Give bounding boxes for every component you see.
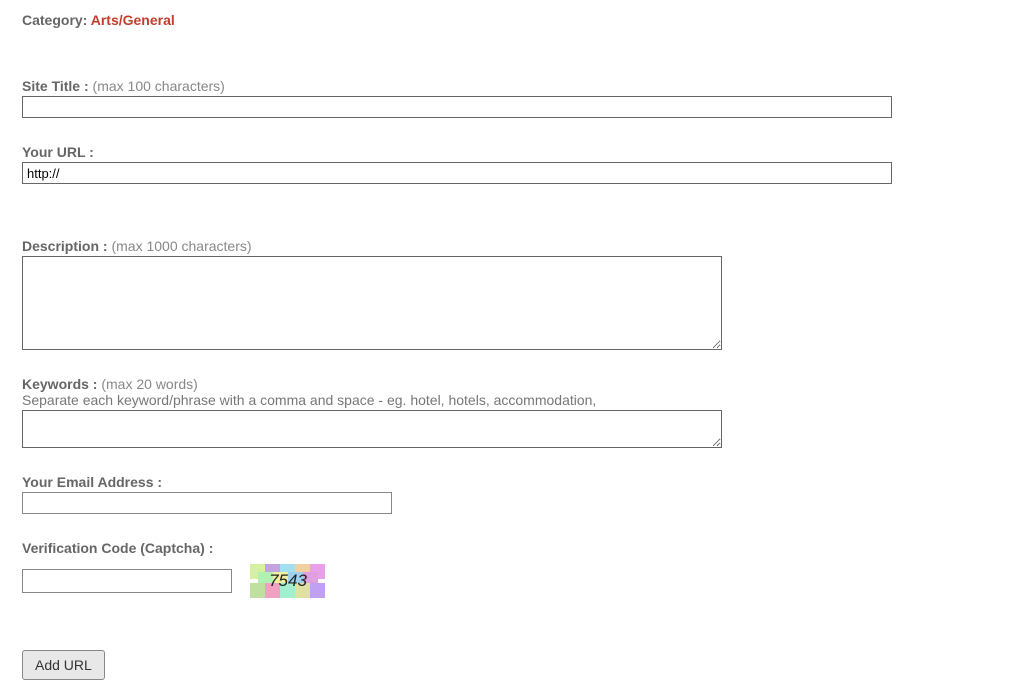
url-label: Your URL : xyxy=(22,144,94,160)
captcha-image: 7543 xyxy=(250,564,326,598)
site-title-input[interactable] xyxy=(22,96,892,118)
captcha-group: Verification Code (Captcha) : 7543 xyxy=(22,540,1002,598)
description-hint: (max 1000 characters) xyxy=(111,238,251,254)
site-title-group: Site Title : (max 100 characters) xyxy=(22,78,1002,118)
keywords-hint: (max 20 words) xyxy=(101,376,197,392)
url-group: Your URL : xyxy=(22,144,1002,184)
keywords-subhint: Separate each keyword/phrase with a comm… xyxy=(22,392,1002,408)
description-label: Description : xyxy=(22,238,111,254)
site-title-hint: (max 100 characters) xyxy=(93,78,225,94)
description-group: Description : (max 1000 characters) xyxy=(22,238,1002,350)
category-label: Category: xyxy=(22,12,91,28)
captcha-input[interactable] xyxy=(22,569,232,593)
url-input[interactable] xyxy=(22,162,892,184)
email-label: Your Email Address : xyxy=(22,474,162,490)
keywords-label: Keywords : xyxy=(22,376,101,392)
captcha-row: 7543 xyxy=(22,564,1002,598)
description-input[interactable] xyxy=(22,256,722,350)
keywords-group: Keywords : (max 20 words) Separate each … xyxy=(22,376,1002,448)
category-line: Category: Arts/General xyxy=(22,12,1002,28)
captcha-label: Verification Code (Captcha) : xyxy=(22,540,213,556)
keywords-input[interactable] xyxy=(22,410,722,448)
captcha-code: 7543 xyxy=(269,571,307,591)
email-input[interactable] xyxy=(22,492,392,514)
site-title-label: Site Title : xyxy=(22,78,93,94)
add-url-button[interactable]: Add URL xyxy=(22,650,105,680)
email-group: Your Email Address : xyxy=(22,474,1002,514)
category-value: Arts/General xyxy=(91,12,175,28)
